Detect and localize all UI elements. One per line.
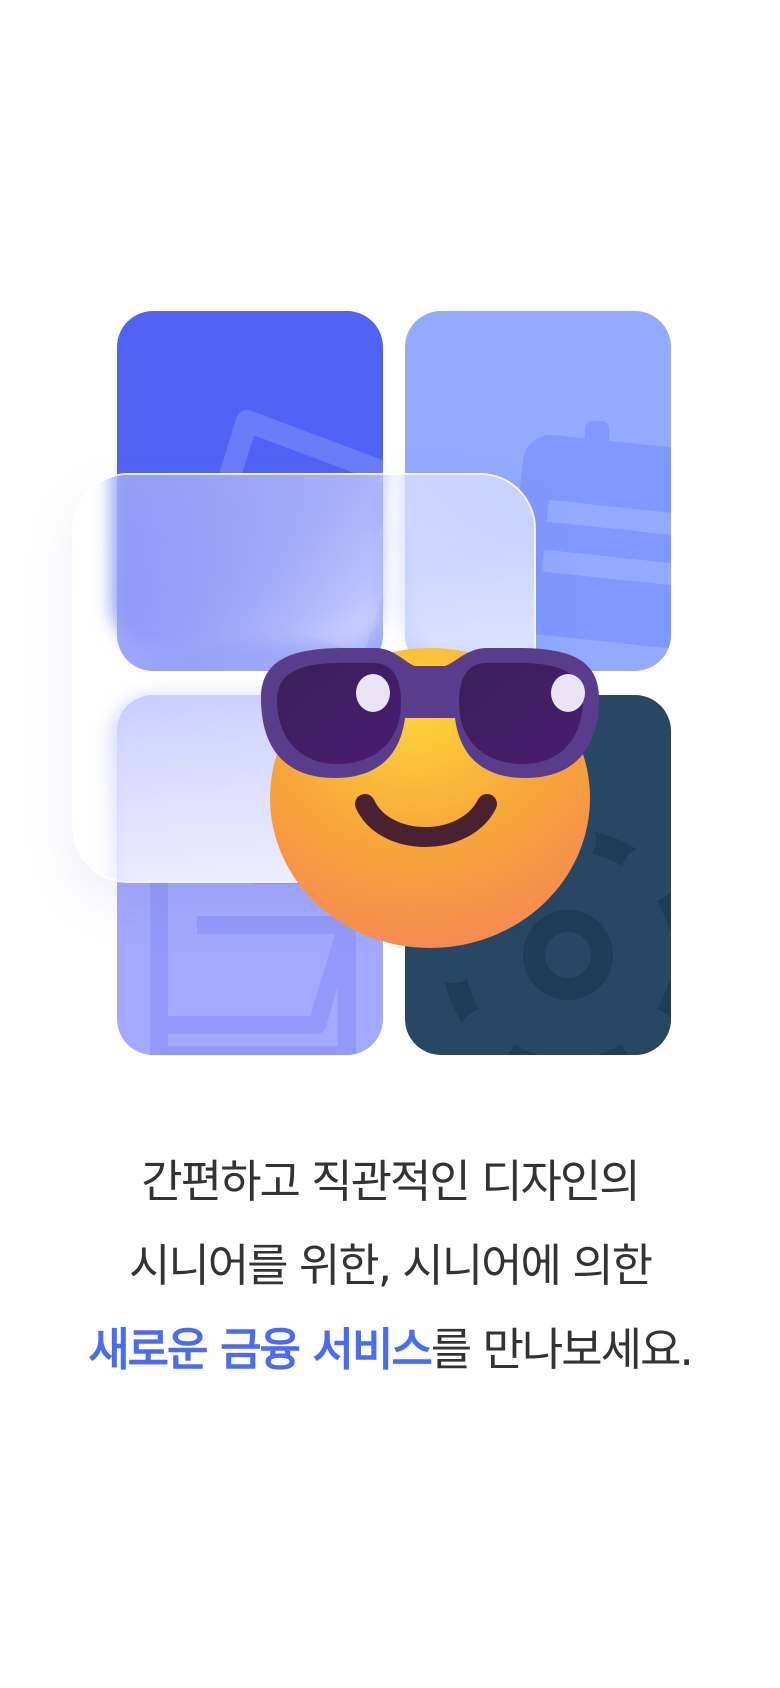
intro-line-2: 시니어를 위한, 시니어에 의한: [128, 1239, 653, 1292]
intro-line-3-rest: 를 만나보세요.: [430, 1323, 694, 1376]
intro-message: 간편하고 직관적인 디자인의 시니어를 위한, 시니어에 의한 새로운 금융 서…: [0, 1140, 780, 1392]
onboarding-illustration: [0, 0, 780, 1100]
intro-highlight: 새로운 금융 서비스: [88, 1323, 433, 1376]
intro-line-3: 새로운 금융 서비스를 만나보세요.: [0, 1308, 780, 1392]
intro-line-1: 간편하고 직관적인 디자인의: [141, 1155, 640, 1208]
smiling-face-with-sunglasses-icon: [261, 648, 599, 948]
